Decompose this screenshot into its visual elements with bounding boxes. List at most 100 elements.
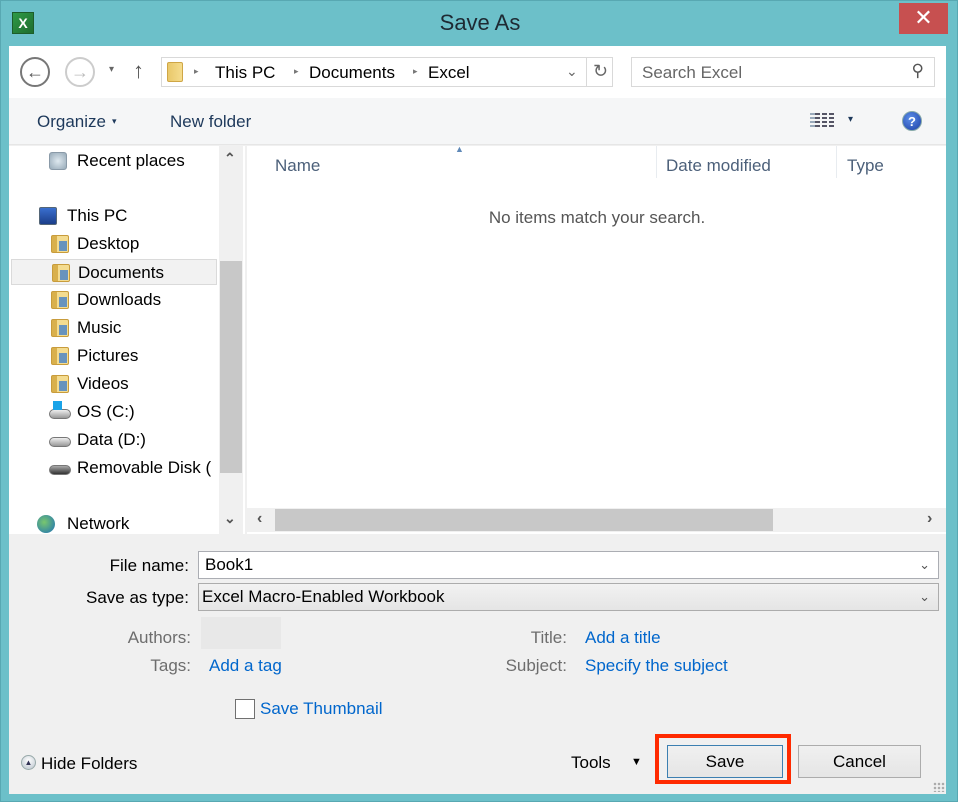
nav-item-removable-disk[interactable]: Removable Disk ( [9, 455, 217, 481]
nav-pane-scrollbar[interactable]: ⌃ ⌄ [219, 146, 243, 534]
sort-ascending-icon: ▲ [455, 144, 464, 154]
hide-folders-button[interactable]: Hide Folders [41, 754, 137, 774]
column-header-date-modified[interactable]: Date modified [666, 156, 771, 176]
organize-button[interactable]: Organize ▾ [37, 112, 117, 132]
up-button[interactable]: ↑ [133, 58, 144, 84]
close-button[interactable]: ✕ [899, 3, 948, 34]
column-header-type[interactable]: Type [847, 156, 884, 176]
column-divider[interactable] [836, 146, 837, 178]
add-tag-link[interactable]: Add a tag [209, 656, 282, 676]
address-bar[interactable]: ▸ This PC ▸ Documents ▸ Excel ⌄ ↻ [161, 57, 613, 87]
caret-down-icon: ▾ [111, 116, 117, 126]
nav-item-this-pc[interactable]: This PC [9, 203, 217, 229]
nav-item-os-drive[interactable]: OS (C:) [9, 399, 217, 425]
nav-item-recent-places[interactable]: Recent places [9, 148, 217, 174]
save-as-dialog: X Save As ✕ ← → ▾ ↑ ▸ This PC ▸ Document… [0, 0, 958, 802]
search-icon[interactable]: ⚲ [912, 61, 924, 81]
videos-folder-icon [51, 375, 69, 393]
nav-item-label: OS (C:) [77, 402, 135, 421]
nav-item-desktop[interactable]: Desktop [9, 231, 217, 257]
view-dropdown-icon[interactable]: ▾ [848, 114, 853, 125]
scroll-up-icon[interactable]: ⌃ [224, 150, 236, 167]
subject-label: Subject: [505, 656, 567, 675]
save-button[interactable]: Save [667, 745, 783, 778]
address-dropdown-icon[interactable]: ⌄ [566, 63, 578, 80]
nav-item-downloads[interactable]: Downloads [9, 287, 217, 313]
nav-item-label: Videos [77, 374, 129, 393]
desktop-folder-icon [51, 235, 69, 253]
folder-icon [167, 62, 183, 82]
save-as-type-label: Save as type: [85, 588, 189, 607]
add-title-link[interactable]: Add a title [585, 628, 661, 648]
computer-icon [39, 207, 57, 225]
empty-list-message: No items match your search. [488, 208, 706, 227]
nav-item-videos[interactable]: Videos [9, 371, 217, 397]
column-divider[interactable] [656, 146, 657, 178]
authors-label: Authors: [127, 628, 191, 647]
save-as-type-value: Excel Macro-Enabled Workbook [202, 587, 445, 606]
file-name-label: File name: [109, 556, 189, 575]
search-placeholder: Search Excel [642, 63, 743, 82]
back-button[interactable]: ← [20, 57, 50, 87]
nav-item-label: Desktop [77, 234, 140, 253]
breadcrumb-excel[interactable]: Excel [428, 63, 470, 83]
tools-button[interactable]: Tools [571, 753, 611, 773]
nav-item-label: Data (D:) [77, 430, 146, 449]
scrollbar-thumb[interactable] [220, 261, 242, 473]
cancel-button[interactable]: Cancel [798, 745, 921, 778]
nav-item-label: Music [77, 318, 122, 337]
network-icon [37, 515, 55, 533]
save-as-type-select[interactable]: Excel Macro-Enabled Workbook ⌄ [198, 583, 939, 611]
title-bar[interactable]: X Save As ✕ [1, 1, 958, 45]
refresh-icon[interactable]: ↻ [593, 61, 608, 82]
specify-subject-link[interactable]: Specify the subject [585, 656, 728, 676]
navigation-pane: Recent places This PC Desktop Documents … [9, 146, 245, 534]
divider [586, 58, 587, 86]
chevron-right-icon[interactable]: ▸ [294, 66, 299, 77]
chevron-right-icon[interactable]: ▸ [413, 66, 418, 77]
scroll-left-icon[interactable]: ‹ [257, 510, 262, 528]
scrollbar-thumb[interactable] [275, 509, 773, 531]
nav-item-data-drive[interactable]: Data (D:) [9, 427, 217, 453]
nav-item-documents[interactable]: Documents [11, 259, 217, 285]
dialog-title: Save As [439, 10, 521, 35]
column-header-name[interactable]: Name [275, 156, 320, 176]
breadcrumb-documents[interactable]: Documents [309, 63, 395, 83]
view-options-icon[interactable] [810, 111, 834, 131]
scroll-right-icon[interactable]: › [927, 510, 932, 528]
nav-item-pictures[interactable]: Pictures [9, 343, 217, 369]
breadcrumb-this-pc[interactable]: This PC [215, 63, 275, 83]
help-icon[interactable]: ? [902, 111, 922, 131]
new-folder-button[interactable]: New folder [170, 112, 251, 132]
save-thumbnail-checkbox[interactable] [235, 699, 255, 719]
chevron-right-icon[interactable]: ▸ [194, 66, 199, 77]
file-list: ▲ Name Date modified Type No items match… [247, 144, 946, 534]
forward-button[interactable]: → [65, 57, 95, 87]
chevron-down-icon[interactable]: ⌄ [919, 589, 930, 605]
resize-grip[interactable] [933, 782, 945, 792]
nav-item-music[interactable]: Music [9, 315, 217, 341]
collapse-icon[interactable]: ▲ [21, 755, 36, 770]
title-label: Title: [530, 628, 567, 647]
file-name-value: Book1 [205, 555, 254, 574]
nav-item-label: Recent places [77, 151, 185, 170]
save-thumbnail-label[interactable]: Save Thumbnail [260, 699, 383, 719]
chevron-down-icon[interactable]: ⌄ [919, 557, 930, 573]
organize-label: Organize [37, 112, 106, 131]
downloads-folder-icon [51, 291, 69, 309]
removable-disk-icon [49, 465, 71, 475]
nav-item-label: Network [67, 514, 130, 533]
tools-dropdown-icon[interactable]: ▼ [631, 756, 642, 768]
search-input[interactable]: Search Excel ⚲ [631, 57, 935, 87]
authors-field[interactable] [201, 617, 281, 649]
file-name-input[interactable]: Book1 ⌄ [198, 551, 939, 579]
tags-label: Tags: [150, 656, 191, 675]
documents-folder-icon [52, 264, 70, 282]
navigation-bar: ← → ▾ ↑ ▸ This PC ▸ Documents ▸ Excel ⌄ … [9, 46, 946, 98]
scroll-down-icon[interactable]: ⌄ [224, 510, 236, 527]
file-list-scrollbar[interactable]: ‹ › [247, 508, 946, 532]
recent-locations-dropdown[interactable]: ▾ [109, 64, 114, 75]
command-toolbar: Organize ▾ New folder ▾ ? [9, 98, 946, 145]
nav-item-network[interactable]: Network [9, 511, 217, 537]
recent-places-icon [49, 152, 67, 170]
